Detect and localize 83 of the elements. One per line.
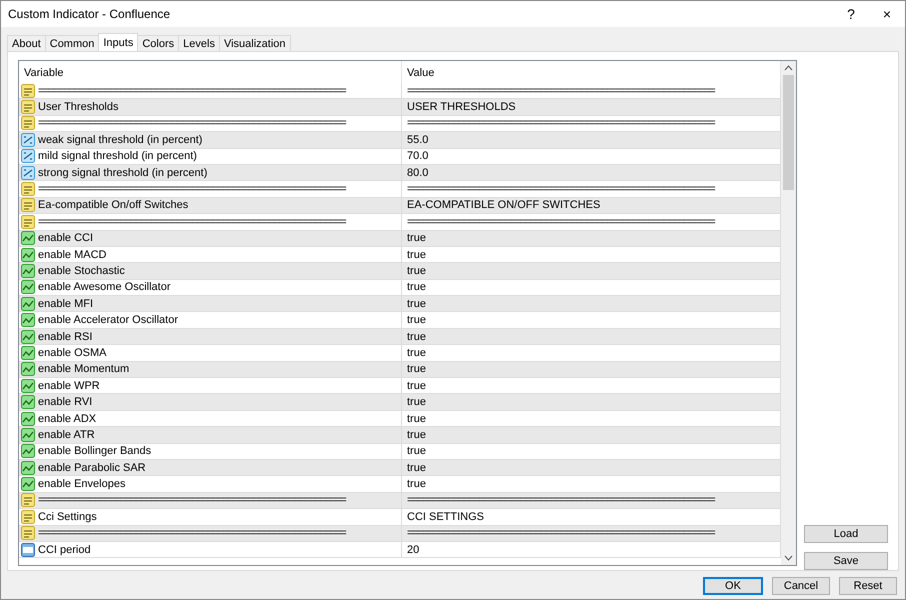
variable-name: mild signal threshold (in percent) (38, 150, 197, 162)
close-button[interactable]: × (869, 1, 905, 27)
variable-value[interactable]: EA-COMPATIBLE ON/OFF SWITCHES (404, 199, 600, 212)
variable-name: enable ADX (38, 412, 96, 424)
variable-name: enable MACD (38, 248, 106, 261)
variable-value[interactable]: true (404, 232, 426, 244)
variable-value[interactable]: true (404, 412, 426, 424)
variable-value[interactable]: true (404, 445, 426, 458)
variable-name: weak signal threshold (in percent) (38, 134, 202, 146)
variable-value[interactable]: ============================================================ (404, 117, 714, 130)
variable-value[interactable]: CCI SETTINGS (404, 510, 484, 523)
variable-value[interactable]: 80.0 (404, 166, 428, 179)
variable-value[interactable]: USER THRESHOLDS (404, 101, 516, 114)
text-type-icon (21, 493, 35, 508)
variable-name: ============================================================ (38, 84, 346, 97)
variable-value[interactable]: true (404, 478, 426, 490)
help-button[interactable]: ? (833, 1, 869, 27)
decimal-type-icon (21, 149, 35, 164)
text-type-icon (21, 116, 35, 130)
scrollbar[interactable] (781, 61, 796, 565)
text-type-icon (21, 214, 35, 229)
variable-name: enable CCI (38, 232, 94, 244)
variable-value[interactable]: true (404, 264, 426, 277)
text-type-icon (21, 182, 35, 196)
variable-value[interactable]: true (404, 396, 426, 408)
text-type-icon (21, 84, 35, 98)
variable-name: Cci Settings (38, 510, 97, 523)
variable-value[interactable]: true (404, 380, 426, 392)
variable-value[interactable]: true (404, 314, 426, 326)
variable-name: ============================================================ (38, 494, 346, 506)
variable-name: enable ATR (38, 428, 95, 441)
variable-value[interactable]: 70.0 (404, 150, 428, 162)
text-type-icon (21, 198, 35, 212)
decimal-type-icon (21, 132, 35, 147)
variable-value[interactable]: true (404, 248, 426, 261)
variable-name: enable Stochastic (38, 264, 125, 277)
tab[interactable]: Visualization (218, 35, 290, 51)
variable-value[interactable]: true (404, 462, 426, 474)
variable-value[interactable]: ============================================================ (404, 183, 714, 196)
variable-value[interactable]: true (404, 298, 426, 310)
side-button[interactable]: Save (804, 552, 888, 570)
variable-name: ============================================================ (38, 183, 346, 196)
text-type-icon (21, 510, 35, 524)
variable-name: Ea-compatible On/off Switches (38, 199, 188, 212)
variable-value[interactable]: ============================================================ (404, 216, 714, 228)
variable-name: ============================================================ (38, 117, 346, 130)
variable-name: ============================================================ (38, 527, 346, 540)
variable-value[interactable]: 20 (404, 544, 420, 556)
variable-value[interactable]: true (404, 281, 426, 294)
variable-name: enable WPR (38, 380, 100, 392)
tab[interactable]: Inputs (98, 33, 138, 51)
side-button[interactable]: Load (804, 525, 888, 543)
variable-name: enable OSMA (38, 346, 106, 359)
variable-value[interactable]: true (404, 363, 426, 376)
variable-value[interactable]: ============================================================ (404, 84, 714, 97)
variable-value[interactable]: true (404, 346, 426, 359)
text-type-icon (21, 526, 35, 540)
variable-name: enable Awesome Oscillator (38, 281, 170, 294)
decimal-type-icon (21, 166, 35, 180)
variable-name: enable Bollinger Bands (38, 445, 152, 458)
variable-name: enable Parabolic SAR (38, 462, 146, 474)
variable-name: enable RVI (38, 396, 92, 408)
variable-name: enable Momentum (38, 363, 130, 376)
variable-value[interactable]: true (404, 428, 426, 441)
variable-name: enable MFI (38, 298, 94, 310)
window-title: Custom Indicator - Confluence (8, 7, 172, 21)
variable-value[interactable]: 55.0 (404, 134, 428, 146)
variable-name: strong signal threshold (in percent) (38, 166, 208, 179)
dialog-button[interactable]: OK (703, 577, 763, 595)
variable-name: enable Accelerator Oscillator (38, 314, 178, 326)
variable-name: enable RSI (38, 330, 92, 343)
variable-value[interactable]: true (404, 330, 426, 343)
scroll-thumb[interactable] (783, 75, 794, 190)
dialog-button[interactable]: Cancel (772, 577, 830, 595)
variable-name: enable Envelopes (38, 478, 126, 490)
variable-name: CCI period (38, 544, 91, 556)
tab[interactable]: About (7, 35, 46, 51)
variable-name: ============================================================ (38, 216, 346, 228)
variable-value[interactable]: ============================================================ (404, 527, 714, 540)
dialog-button[interactable]: Reset (839, 577, 897, 595)
text-type-icon (21, 100, 35, 114)
variable-value[interactable]: ============================================================ (404, 494, 714, 506)
variable-name: User Thresholds (38, 101, 118, 114)
